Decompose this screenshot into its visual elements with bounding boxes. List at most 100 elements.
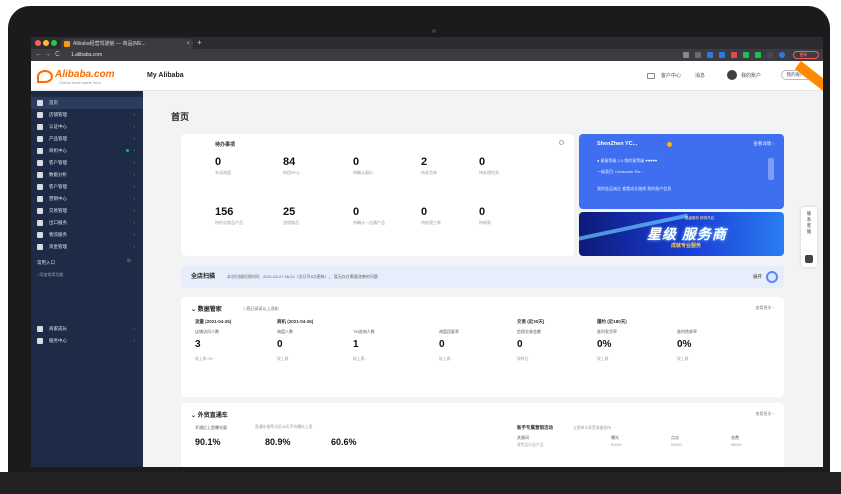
- sidebar-item-products[interactable]: 产品管理 ›: [31, 133, 143, 145]
- stat-pending-quotes[interactable]: 0 待确认报价: [353, 156, 413, 177]
- metric-value[interactable]: 0: [517, 339, 523, 351]
- stat-products-to-optimize[interactable]: 156 待优化商品产品: [215, 206, 275, 227]
- stat-unread-inquiries[interactable]: 0 未读询盘: [215, 156, 275, 177]
- table-header: 花费: [731, 435, 739, 440]
- chevron-right-icon: ›: [133, 208, 135, 214]
- category-row: 一级类目: Consumer Ele...: [597, 169, 644, 174]
- sidebar-item-home[interactable]: 首页: [31, 97, 143, 109]
- metric-value[interactable]: 3: [195, 339, 201, 351]
- stat-onetouch-products[interactable]: 0 待确认一达通产品: [353, 206, 413, 227]
- sidebar-item-certification[interactable]: 认证中心 ›: [31, 121, 143, 133]
- sidebar-item-growth[interactable]: 商家成长 ›: [31, 323, 143, 335]
- contact-float-widget[interactable]: 联系客服: [801, 207, 817, 267]
- table-cell: ¥5000: [731, 443, 742, 447]
- read-notice-checkbox[interactable]: □ 我已阅读以上须知: [243, 306, 279, 312]
- sidebar-item-service[interactable]: 服务中心 ›: [31, 335, 143, 347]
- metric-value[interactable]: 0: [439, 339, 445, 351]
- close-window-icon[interactable]: [35, 40, 41, 46]
- metric-value[interactable]: 0%: [597, 339, 611, 351]
- data-manager-title[interactable]: ⌄ 数据管家: [191, 304, 222, 313]
- tab-title: Alibaba经营驾驶舱 — 商品(ME...: [73, 41, 146, 47]
- forward-icon[interactable]: →: [44, 49, 51, 61]
- star-service-banner[interactable]: 星级服务 即将开启 星级 服务商 成就专业服务: [579, 212, 784, 256]
- marketing-icon: [37, 196, 43, 202]
- extension-icon[interactable]: [707, 52, 713, 58]
- account-details-link[interactable]: 查看详情 ›: [753, 141, 774, 147]
- metric-value[interactable]: 1: [353, 339, 359, 351]
- chevron-right-icon: ›: [133, 232, 135, 238]
- stat-pending-tickets[interactable]: 0 待处理工单: [421, 206, 481, 227]
- group-traffic: 流量 (2021-04-26): [195, 319, 232, 324]
- metric-value[interactable]: 0: [277, 339, 283, 351]
- header-account-label[interactable]: 我的账户: [741, 71, 761, 81]
- extension-icon[interactable]: [755, 52, 761, 58]
- header-link-message[interactable]: 消息: [695, 71, 705, 81]
- extension-icon[interactable]: [743, 52, 749, 58]
- page-title: 首页: [171, 112, 190, 122]
- campaign-note: 立即参与享受流量扶持: [573, 426, 611, 430]
- through-train-more-link[interactable]: 查看更多 ›: [756, 411, 774, 417]
- customer-center-icon[interactable]: [647, 73, 655, 79]
- profile-icon[interactable]: [779, 52, 785, 58]
- header-link-customer[interactable]: 客户中心: [661, 71, 681, 81]
- browser-tab[interactable]: Alibaba经营驾驶舱 — 商品(ME... ×: [61, 39, 193, 49]
- camera-icon: [432, 29, 436, 33]
- table-cell: 宣传品行业产品: [517, 443, 544, 447]
- sidebar-item-analytics[interactable]: 数据分析 ›: [31, 169, 143, 181]
- extension-icon[interactable]: [731, 52, 737, 58]
- sidebar-item-opportunities[interactable]: 商机中心 ›: [31, 145, 143, 157]
- extension-icon[interactable]: [683, 52, 689, 58]
- url-field[interactable]: 1.alibaba.com: [71, 51, 102, 59]
- sidebar-item-transactions[interactable]: 交易管理 ›: [31, 205, 143, 217]
- stat-pending-rfq[interactable]: 84 待回RFQ: [283, 156, 343, 177]
- metric-change: 较上周 -: [439, 357, 453, 361]
- extension-icon[interactable]: [719, 52, 725, 58]
- scrollbar[interactable]: [768, 158, 774, 180]
- expand-circle-icon[interactable]: [766, 271, 778, 283]
- stat-pending-tasks[interactable]: 0 待处理任务: [479, 156, 539, 177]
- sidebar-item-export[interactable]: 出口服务 ›: [31, 217, 143, 229]
- through-train-title[interactable]: ⌄ 外贸直通车: [191, 410, 228, 419]
- tab-close-icon[interactable]: ×: [186, 39, 190, 49]
- chevron-right-icon: ›: [133, 244, 135, 250]
- metric-label: 询盘人数: [277, 329, 293, 334]
- update-button[interactable]: 更新 ⋮: [793, 51, 819, 59]
- minimize-window-icon[interactable]: [43, 40, 49, 46]
- extension-icon[interactable]: [695, 52, 701, 58]
- metric-value[interactable]: 0%: [677, 339, 691, 351]
- sidebar-item-clients[interactable]: 客户管理 ›: [31, 181, 143, 193]
- stat-violating-products[interactable]: 25 违规商品: [283, 206, 343, 227]
- sidebar-item-label: 客户管理: [49, 160, 67, 165]
- stat-pending-shipments[interactable]: 2 待发货单: [421, 156, 481, 177]
- stat-pending-payments[interactable]: 0 待收款: [479, 206, 539, 227]
- sidebar-item-logistics[interactable]: 物流服务 ›: [31, 229, 143, 241]
- back-icon[interactable]: ←: [35, 49, 42, 61]
- data-manager-more-link[interactable]: 查看更多 ›: [756, 305, 774, 311]
- chevron-right-icon: ›: [133, 112, 135, 118]
- sidebar-item-store[interactable]: 店铺管理 ›: [31, 109, 143, 121]
- reload-icon[interactable]: C: [55, 49, 60, 61]
- collapse-icon[interactable]: ⊖: [127, 255, 131, 267]
- sidebar: 首页 店铺管理 › 认证中心 › 产品管理 › 商机中心 › 客户管理 › 数据…: [31, 91, 143, 467]
- metric-label: 准时揽收率: [677, 329, 697, 334]
- avatar[interactable]: [727, 70, 737, 80]
- scan-expand-link[interactable]: 展开: [753, 266, 762, 288]
- alibaba-logo[interactable]: Alibaba.com Global trade starts here.: [37, 69, 133, 85]
- star-badge-icon: [667, 142, 672, 147]
- chevron-right-icon: ›: [133, 326, 135, 332]
- add-quick-entry-link[interactable]: +添加常用功能: [37, 271, 63, 279]
- banner-title: 星级 服务商: [647, 226, 727, 242]
- new-user-campaign-title: 新手专属营销活动: [517, 425, 553, 430]
- sidebar-item-label: 店铺管理: [49, 112, 67, 117]
- exposure-rate-2: 80.9%: [265, 437, 291, 447]
- sidebar-item-funds[interactable]: 资金管理 ›: [31, 241, 143, 253]
- sidebar-item-customers[interactable]: 客户管理 ›: [31, 157, 143, 169]
- new-tab-button[interactable]: +: [197, 37, 202, 49]
- sidebar-item-marketing[interactable]: 营销中心 ›: [31, 193, 143, 205]
- extension-icon[interactable]: [767, 52, 773, 58]
- settings-icon[interactable]: [559, 140, 564, 145]
- exposure-rate-1: 90.1%: [195, 437, 221, 447]
- group-fulfillment: 履约 (近180天): [597, 319, 627, 324]
- maximize-window-icon[interactable]: [51, 40, 57, 46]
- account-links-row[interactable]: 我的金品诚企 查看成长路线 我的账户信息: [597, 186, 671, 192]
